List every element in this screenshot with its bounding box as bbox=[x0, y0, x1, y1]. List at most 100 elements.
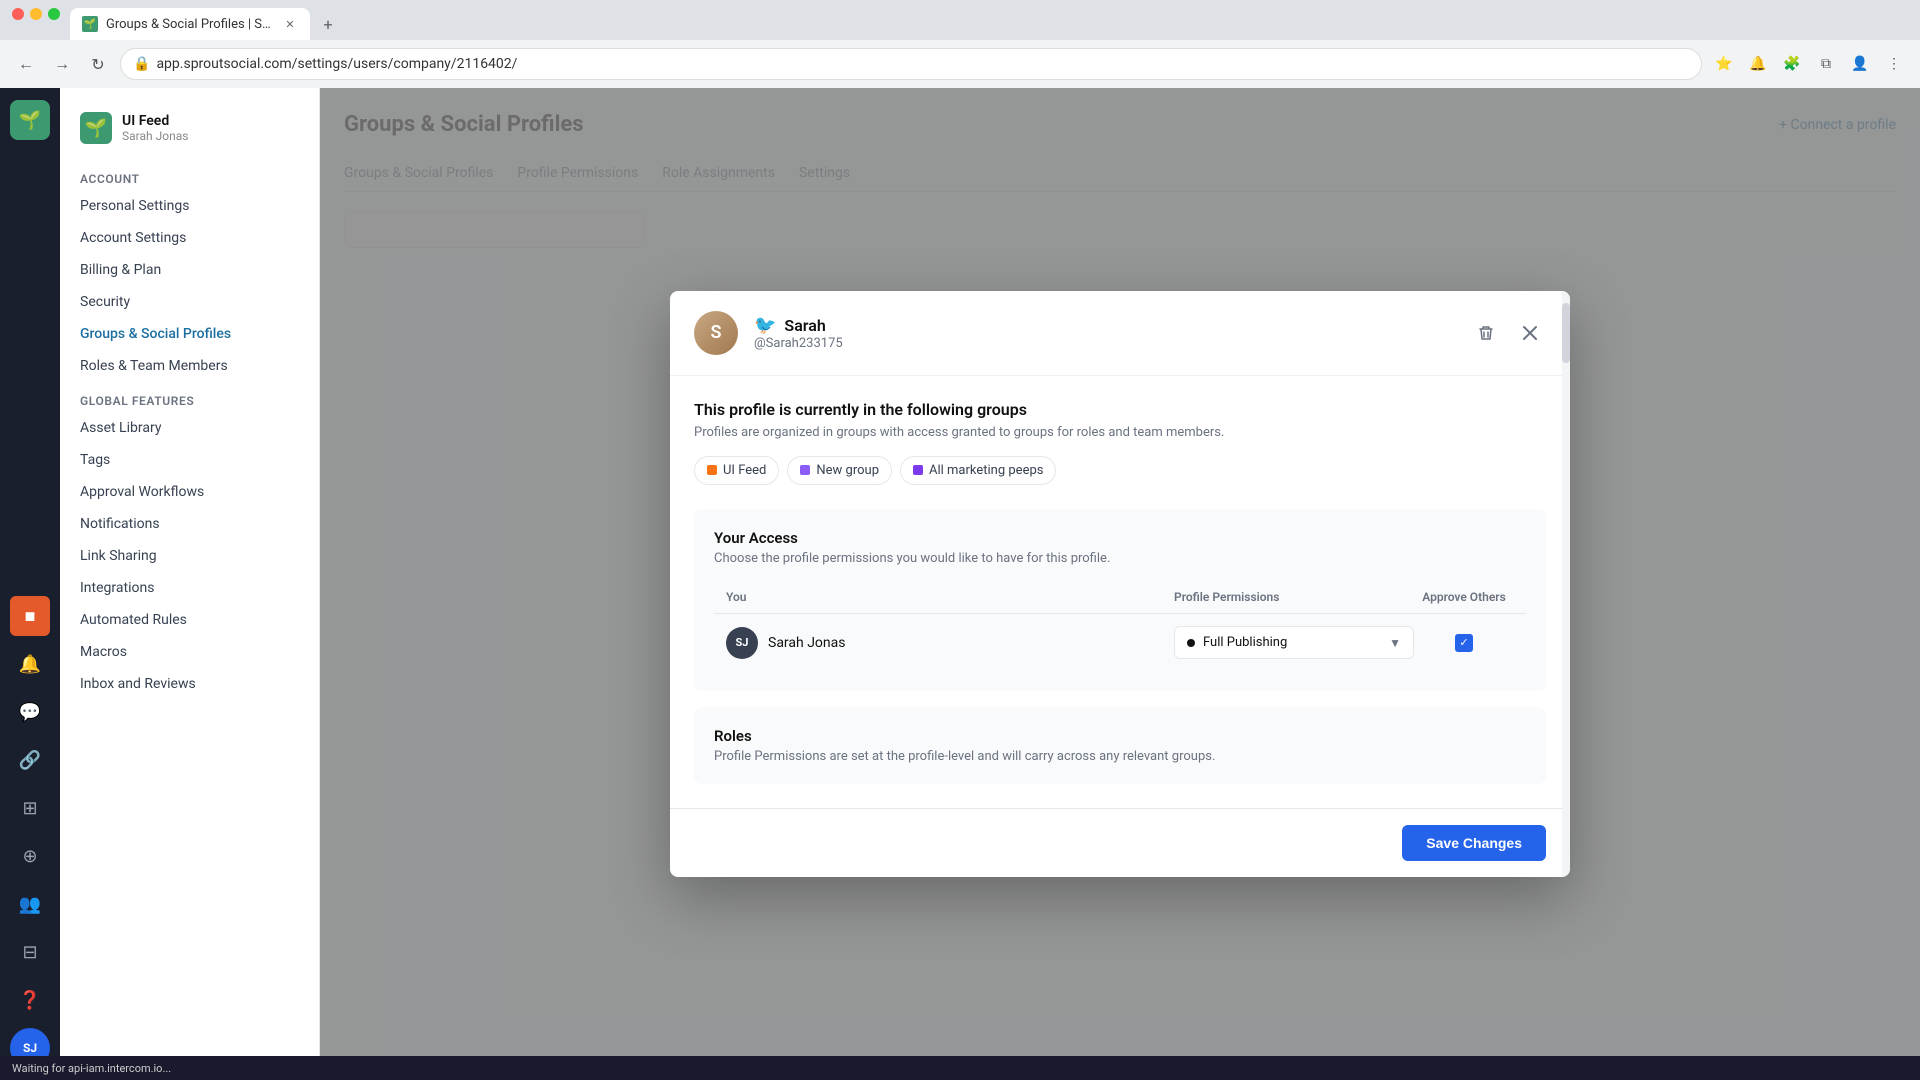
browser-tab-active[interactable]: 🌱 Groups & Social Profiles | Settin... ✕ bbox=[70, 8, 310, 40]
macros-label: Macros bbox=[80, 644, 127, 660]
new-group-chip-label: New group bbox=[816, 463, 879, 478]
user-cell: SJ Sarah Jonas bbox=[726, 627, 1174, 659]
content-area: Groups & Social Profiles + Connect a pro… bbox=[320, 88, 1920, 1080]
group-chip-ui-feed[interactable]: UI Feed bbox=[694, 456, 779, 485]
sidebar-item-link-sharing[interactable]: Link Sharing bbox=[60, 540, 319, 572]
link-sharing-label: Link Sharing bbox=[80, 548, 157, 564]
groups-social-profiles-label: Groups & Social Profiles bbox=[80, 326, 231, 342]
roles-team-members-label: Roles & Team Members bbox=[80, 358, 228, 374]
permission-select[interactable]: Full Publishing ▼ bbox=[1174, 626, 1414, 659]
modal-user-avatar: S bbox=[694, 311, 738, 355]
permission-dot-icon bbox=[1187, 639, 1195, 647]
maximize-window-btn[interactable] bbox=[48, 8, 60, 20]
nav-icon-bell[interactable]: 🔔 bbox=[10, 644, 50, 684]
sidebar-item-groups-social-profiles[interactable]: Groups & Social Profiles bbox=[60, 318, 319, 350]
new-tab-button[interactable]: + bbox=[314, 10, 342, 38]
ui-feed-chip-dot bbox=[707, 465, 717, 475]
sidebar-item-personal-settings[interactable]: Personal Settings bbox=[60, 190, 319, 222]
main-layout: 🌱 ■ 🔔 💬 🔗 ⊞ ⊕ 👥 ⊟ ❓ SJ 🌱 UI Feed Sarah J… bbox=[0, 88, 1920, 1080]
extension-bell-icon[interactable]: 🔔 bbox=[1744, 50, 1772, 78]
forward-button[interactable]: → bbox=[48, 50, 76, 78]
sidebar-item-roles-team-members[interactable]: Roles & Team Members bbox=[60, 350, 319, 382]
sidebar-item-account-settings[interactable]: Account Settings bbox=[60, 222, 319, 254]
table-row: SJ Sarah Jonas Full Publishing ▼ bbox=[714, 614, 1526, 671]
sidebar-item-asset-library[interactable]: Asset Library bbox=[60, 412, 319, 444]
approve-others-checkbox[interactable]: ✓ bbox=[1455, 634, 1473, 652]
profile-icon[interactable]: 👤 bbox=[1846, 50, 1874, 78]
icon-sidebar: 🌱 ■ 🔔 💬 🔗 ⊞ ⊕ 👥 ⊟ ❓ SJ bbox=[0, 88, 60, 1080]
sidebar-item-inbox-reviews[interactable]: Inbox and Reviews bbox=[60, 668, 319, 700]
sprout-logo-icon[interactable]: 🌱 bbox=[10, 100, 50, 140]
minimize-window-btn[interactable] bbox=[30, 8, 42, 20]
menu-icon[interactable]: ⋮ bbox=[1880, 50, 1908, 78]
new-group-chip-dot bbox=[800, 465, 810, 475]
user-name-cell: Sarah Jonas bbox=[768, 635, 845, 651]
nav-icon-message[interactable]: 💬 bbox=[10, 692, 50, 732]
browser-toolbar: ← → ↻ 🔒 app.sproutsocial.com/settings/us… bbox=[0, 40, 1920, 88]
address-text: app.sproutsocial.com/settings/users/comp… bbox=[156, 56, 517, 72]
select-arrow-icon: ▼ bbox=[1389, 636, 1401, 650]
modal-scrollbar-track[interactable] bbox=[1562, 291, 1570, 878]
roles-section-title: Roles bbox=[714, 727, 1526, 745]
sidebar-item-tags[interactable]: Tags bbox=[60, 444, 319, 476]
reload-button[interactable]: ↻ bbox=[84, 50, 112, 78]
save-changes-button[interactable]: Save Changes bbox=[1402, 825, 1546, 861]
permission-value: Full Publishing bbox=[1203, 635, 1287, 650]
sidebar-item-security[interactable]: Security bbox=[60, 286, 319, 318]
window-controls[interactable] bbox=[12, 8, 60, 20]
nav-icon-users[interactable]: 👥 bbox=[10, 884, 50, 924]
nav-icon-link[interactable]: 🔗 bbox=[10, 740, 50, 780]
tab-favicon: 🌱 bbox=[82, 16, 98, 32]
browser-tabs: 🌱 Groups & Social Profiles | Settin... ✕… bbox=[0, 0, 1920, 40]
tags-label: Tags bbox=[80, 452, 110, 468]
roles-section: Roles Profile Permissions are set at the… bbox=[694, 707, 1546, 784]
modal-footer: Save Changes bbox=[670, 808, 1570, 877]
group-chip-new-group[interactable]: New group bbox=[787, 456, 892, 485]
nav-icon-question[interactable]: ❓ bbox=[10, 980, 50, 1020]
notifications-label: Notifications bbox=[80, 516, 160, 532]
roles-section-desc: Profile Permissions are set at the profi… bbox=[714, 749, 1526, 764]
close-button[interactable] bbox=[1514, 317, 1546, 349]
profile-modal: S 🐦 Sarah @Sarah233175 bbox=[670, 291, 1570, 878]
sidebar-item-approval-workflows[interactable]: Approval Workflows bbox=[60, 476, 319, 508]
billing-plan-label: Billing & Plan bbox=[80, 262, 161, 278]
split-view-icon[interactable]: ⧉ bbox=[1812, 50, 1840, 78]
sidebar-user-info: UI Feed Sarah Jonas bbox=[122, 113, 188, 143]
status-text: Waiting for api-iam.intercom.io... bbox=[12, 1062, 171, 1075]
sidebar-item-notifications[interactable]: Notifications bbox=[60, 508, 319, 540]
groups-chips-container: UI Feed New group All marketing peeps bbox=[694, 456, 1546, 485]
sidebar-user-name: Sarah Jonas bbox=[122, 129, 188, 143]
bookmark-icon[interactable]: ⭐ bbox=[1710, 50, 1738, 78]
initials-text: SJ bbox=[736, 636, 749, 649]
back-button[interactable]: ← bbox=[12, 50, 40, 78]
tab-close-btn[interactable]: ✕ bbox=[282, 16, 298, 32]
nav-icon-plus-circle[interactable]: ⊕ bbox=[10, 836, 50, 876]
groups-section-title: This profile is currently in the followi… bbox=[694, 400, 1546, 419]
all-marketing-chip-dot bbox=[913, 465, 923, 475]
sidebar-item-automated-rules[interactable]: Automated Rules bbox=[60, 604, 319, 636]
nav-icon-grid[interactable]: ⊞ bbox=[10, 788, 50, 828]
nav-icon-table[interactable]: ⊟ bbox=[10, 932, 50, 972]
modal-user-name-text: Sarah bbox=[784, 316, 825, 335]
modal-scrollbar-thumb[interactable] bbox=[1562, 303, 1570, 363]
access-section-title: Your Access bbox=[714, 529, 1526, 547]
address-bar[interactable]: 🔒 app.sproutsocial.com/settings/users/co… bbox=[120, 48, 1702, 80]
sidebar-logo: 🌱 UI Feed Sarah Jonas bbox=[60, 104, 319, 160]
approve-checkbox-cell: ✓ bbox=[1414, 634, 1514, 652]
status-bar: Waiting for api-iam.intercom.io... bbox=[0, 1056, 1920, 1080]
modal-header: S 🐦 Sarah @Sarah233175 bbox=[670, 291, 1570, 376]
access-section-desc: Choose the profile permissions you would… bbox=[714, 551, 1526, 566]
all-marketing-chip-label: All marketing peeps bbox=[929, 463, 1043, 478]
modal-user-handle: @Sarah233175 bbox=[754, 336, 1454, 351]
sidebar-item-integrations[interactable]: Integrations bbox=[60, 572, 319, 604]
delete-button[interactable] bbox=[1470, 317, 1502, 349]
modal-body: This profile is currently in the followi… bbox=[670, 376, 1570, 809]
sidebar-item-billing-plan[interactable]: Billing & Plan bbox=[60, 254, 319, 286]
access-table: You Profile Permissions Approve Others S… bbox=[714, 582, 1526, 672]
nav-icon-orange[interactable]: ■ bbox=[10, 596, 50, 636]
groups-section: This profile is currently in the followi… bbox=[694, 400, 1546, 485]
extensions-icon[interactable]: 🧩 bbox=[1778, 50, 1806, 78]
sidebar-item-macros[interactable]: Macros bbox=[60, 636, 319, 668]
close-window-btn[interactable] bbox=[12, 8, 24, 20]
group-chip-all-marketing[interactable]: All marketing peeps bbox=[900, 456, 1056, 485]
